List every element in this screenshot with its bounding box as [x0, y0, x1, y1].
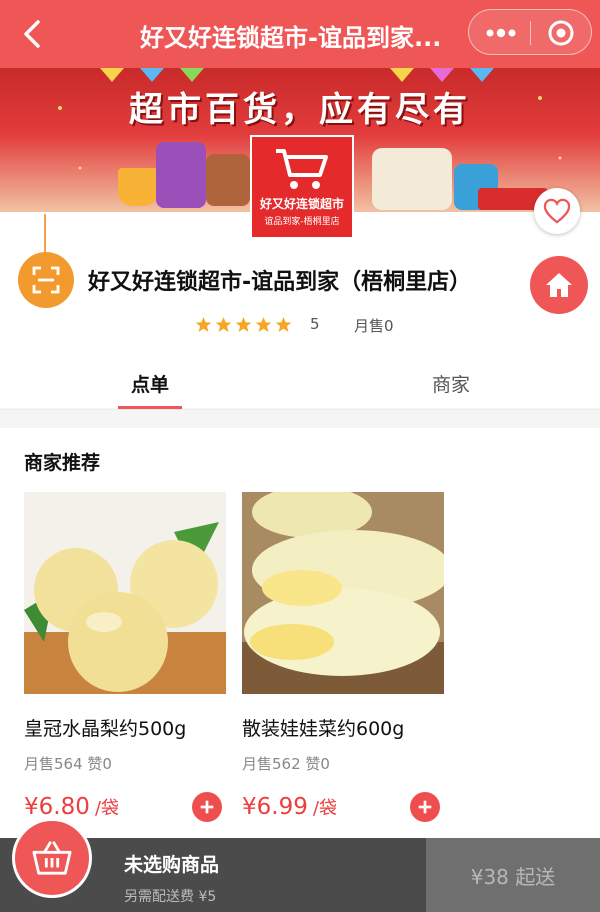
price-unit: /袋 [94, 798, 120, 819]
product-name: 散装娃娃菜约600g [242, 718, 405, 740]
price-value: ¥6.80 [24, 794, 90, 820]
shop-name: 好又好连锁超市-谊品到家（梧桐里店） [88, 270, 472, 295]
pear-image [24, 492, 226, 694]
rating-stars [195, 316, 292, 333]
tab-bar: 点单 商家 [0, 360, 600, 410]
heart-icon [543, 198, 571, 224]
plus-icon [200, 800, 214, 814]
shop-logo-front: 好又好连锁超市 谊品到家-梧桐里店 [250, 135, 354, 239]
add-to-cart-button[interactable] [192, 792, 222, 822]
more-dots-icon [486, 28, 516, 38]
product-picture-nuts [206, 154, 250, 206]
shop-rating: 5 [310, 315, 320, 333]
cart-button[interactable] [12, 818, 92, 898]
cabbage-photo[interactable] [242, 492, 444, 694]
product-price: ¥6.80 /袋 [24, 794, 119, 820]
pear-photo[interactable] [24, 492, 226, 694]
product-stats: 月售564 赞0 [24, 755, 112, 773]
cabbage-image [242, 492, 444, 694]
product-card[interactable]: 皇冠水晶梨约500g 月售564 赞0 ¥6.80 /袋 [24, 492, 228, 852]
product-picture-cup [118, 168, 158, 206]
top-navigation-bar: 好又好连锁超市-谊品到家... [0, 0, 600, 68]
back-button[interactable] [14, 14, 54, 54]
product-card[interactable]: 散装娃娃菜约600g 月售562 赞0 ¥6.99 /袋 [242, 492, 446, 852]
page-title: 好又好连锁超市-谊品到家... [140, 24, 442, 52]
delivery-fee: 另需配送费 ¥5 [124, 889, 217, 905]
plus-icon [418, 800, 432, 814]
cart-status: 未选购商品 [124, 854, 220, 876]
active-tab-indicator [118, 406, 182, 409]
scan-icon [32, 266, 60, 294]
price-value: ¥6.99 [242, 794, 308, 820]
scan-connector-line [44, 214, 46, 252]
star-icon [275, 317, 292, 332]
scan-button[interactable] [18, 252, 74, 308]
shopping-cart-icon [276, 149, 328, 189]
target-circle-icon [548, 20, 574, 46]
chevron-left-icon [24, 20, 40, 48]
star-icon [215, 317, 232, 332]
section-title: 商家推荐 [24, 452, 101, 474]
star-icon [235, 317, 252, 332]
star-icon [195, 317, 212, 332]
product-name: 皇冠水晶梨约500g [24, 718, 187, 740]
product-picture-milk-can [372, 148, 452, 210]
logo-line-1: 好又好连锁超市 [259, 197, 344, 211]
close-mini-program-button[interactable] [541, 18, 581, 48]
home-icon [546, 273, 572, 297]
product-stats: 月售562 赞0 [242, 755, 330, 773]
add-to-cart-button[interactable] [410, 792, 440, 822]
product-price: ¥6.99 /袋 [242, 794, 337, 820]
mini-program-capsule [468, 9, 592, 55]
product-picture-snack-bag [156, 142, 206, 208]
monthly-sales: 月售0 [354, 317, 394, 335]
min-order-button[interactable]: ¥38 起送 [426, 838, 600, 912]
basket-icon [32, 841, 72, 875]
favorite-button[interactable] [534, 188, 580, 234]
capsule-divider [530, 21, 531, 45]
more-options-button[interactable] [481, 18, 521, 48]
home-button[interactable] [530, 256, 588, 314]
price-unit: /袋 [312, 798, 338, 819]
tab-merchant[interactable]: 商家 [432, 370, 470, 397]
logo-line-2: 谊品到家-梧桐里店 [264, 217, 340, 227]
star-icon [255, 317, 272, 332]
banner-slogan: 超市百货，应有尽有 [129, 90, 471, 130]
tab-order[interactable]: 点单 [131, 370, 169, 397]
